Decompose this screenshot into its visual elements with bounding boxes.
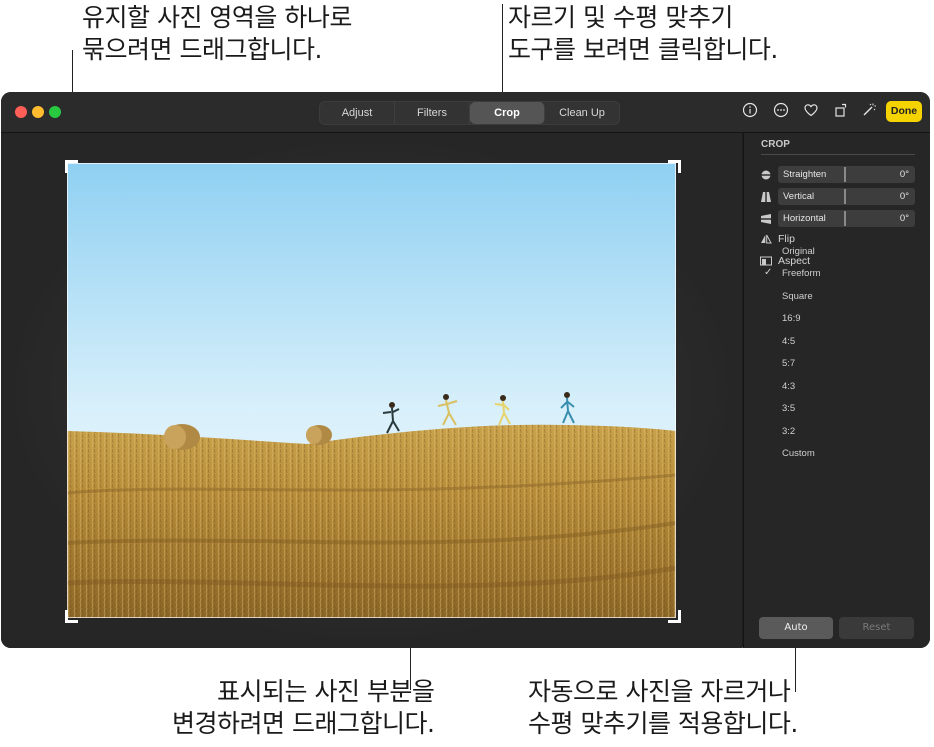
aspect-option-3-2[interactable]: 3:2 [782, 426, 795, 437]
zoom-button[interactable] [49, 106, 61, 118]
more-icon[interactable] [772, 102, 790, 120]
horizontal-slider[interactable]: Horizontal 0° [778, 210, 915, 227]
aspect-option-4-3[interactable]: 4:3 [782, 381, 795, 392]
tab-adjust[interactable]: Adjust [320, 102, 395, 124]
aspect-option-square[interactable]: Square [782, 291, 813, 302]
tab-filters[interactable]: Filters [395, 102, 470, 124]
info-icon[interactable] [741, 102, 759, 120]
checkmark-icon: ✓ [764, 267, 773, 278]
crop-handle-bottom-left[interactable] [65, 610, 78, 623]
flip-icon [760, 233, 772, 245]
callout-line: 자동으로 사진을 자르거나 [528, 677, 791, 706]
slider-thumb[interactable] [844, 211, 846, 226]
straighten-value: 0° [899, 169, 909, 180]
aspect-option-original[interactable]: Original [782, 246, 815, 257]
aspect-option-custom[interactable]: Custom [782, 448, 815, 459]
heart-icon[interactable] [802, 102, 820, 120]
crop-handle-top-right[interactable] [668, 160, 681, 173]
slider-thumb[interactable] [844, 167, 846, 182]
callout-line: 자르기 및 수평 맞추기 [508, 3, 733, 32]
slider-thumb[interactable] [844, 189, 846, 204]
callout-line: 수평 맞추기를 적용합니다. [528, 709, 798, 738]
title-bar: Adjust Filters Crop Clean Up Done [1, 92, 930, 133]
callout-line: 변경하려면 드래그합니다. [172, 709, 435, 738]
aspect-option-5-7[interactable]: 5:7 [782, 358, 795, 369]
straighten-label: Straighten [783, 169, 827, 180]
crop-heading: CROP [761, 139, 790, 150]
vertical-label: Vertical [783, 191, 815, 202]
aspect-option-3-5[interactable]: 3:5 [782, 403, 795, 414]
callout-crop-frame: 유지할 사진 영역을 하나로 묶으려면 드래그합니다. [82, 2, 352, 66]
tab-clean-up[interactable]: Clean Up [545, 102, 619, 124]
straighten-slider[interactable]: Straighten 0° [778, 166, 915, 183]
callout-line: 표시되는 사진 부분을 [217, 677, 435, 706]
callout-drag-photo: 표시되는 사진 부분을 변경하려면 드래그합니다. [172, 676, 435, 740]
horizontal-icon [760, 213, 772, 225]
divider [761, 154, 915, 155]
horizontal-value: 0° [899, 213, 909, 224]
minimize-button[interactable] [32, 106, 44, 118]
aspect-option-16-9[interactable]: 16:9 [782, 313, 801, 324]
done-button[interactable]: Done [886, 101, 922, 122]
flip-button[interactable]: Flip [778, 233, 795, 245]
callout-line: 유지할 사진 영역을 하나로 [82, 3, 352, 32]
crop-handle-top-left[interactable] [65, 160, 78, 173]
horizontal-label: Horizontal [783, 213, 826, 224]
leader-line [502, 4, 503, 102]
aspect-option-4-5[interactable]: 4:5 [782, 336, 795, 347]
callout-line: 도구를 보려면 클릭합니다. [508, 35, 778, 64]
vertical-slider[interactable]: Vertical 0° [778, 188, 915, 205]
callout-auto: 자동으로 사진을 자르거나 수평 맞추기를 적용합니다. [528, 676, 798, 740]
edit-tabs: Adjust Filters Crop Clean Up [319, 101, 620, 125]
vertical-value: 0° [899, 191, 909, 202]
callout-line: 묶으려면 드래그합니다. [82, 35, 322, 64]
magic-wand-icon[interactable] [860, 102, 878, 120]
tab-crop[interactable]: Crop [470, 102, 545, 124]
crop-handle-bottom-right[interactable] [668, 610, 681, 623]
crop-frame[interactable] [67, 163, 676, 618]
crop-sidebar: CROP Straighten 0° Vertical 0° Horizonta… [743, 133, 930, 648]
rotate-icon[interactable] [832, 102, 850, 120]
vertical-icon [760, 191, 772, 203]
reset-button[interactable]: Reset [839, 617, 914, 639]
aspect-option-freeform[interactable]: Freeform [782, 268, 821, 279]
straighten-icon [760, 169, 772, 181]
callout-crop-tools: 자르기 및 수평 맞추기 도구를 보려면 클릭합니다. [508, 2, 778, 66]
close-button[interactable] [15, 106, 27, 118]
auto-button[interactable]: Auto [759, 617, 833, 639]
aspect-icon [760, 255, 772, 267]
